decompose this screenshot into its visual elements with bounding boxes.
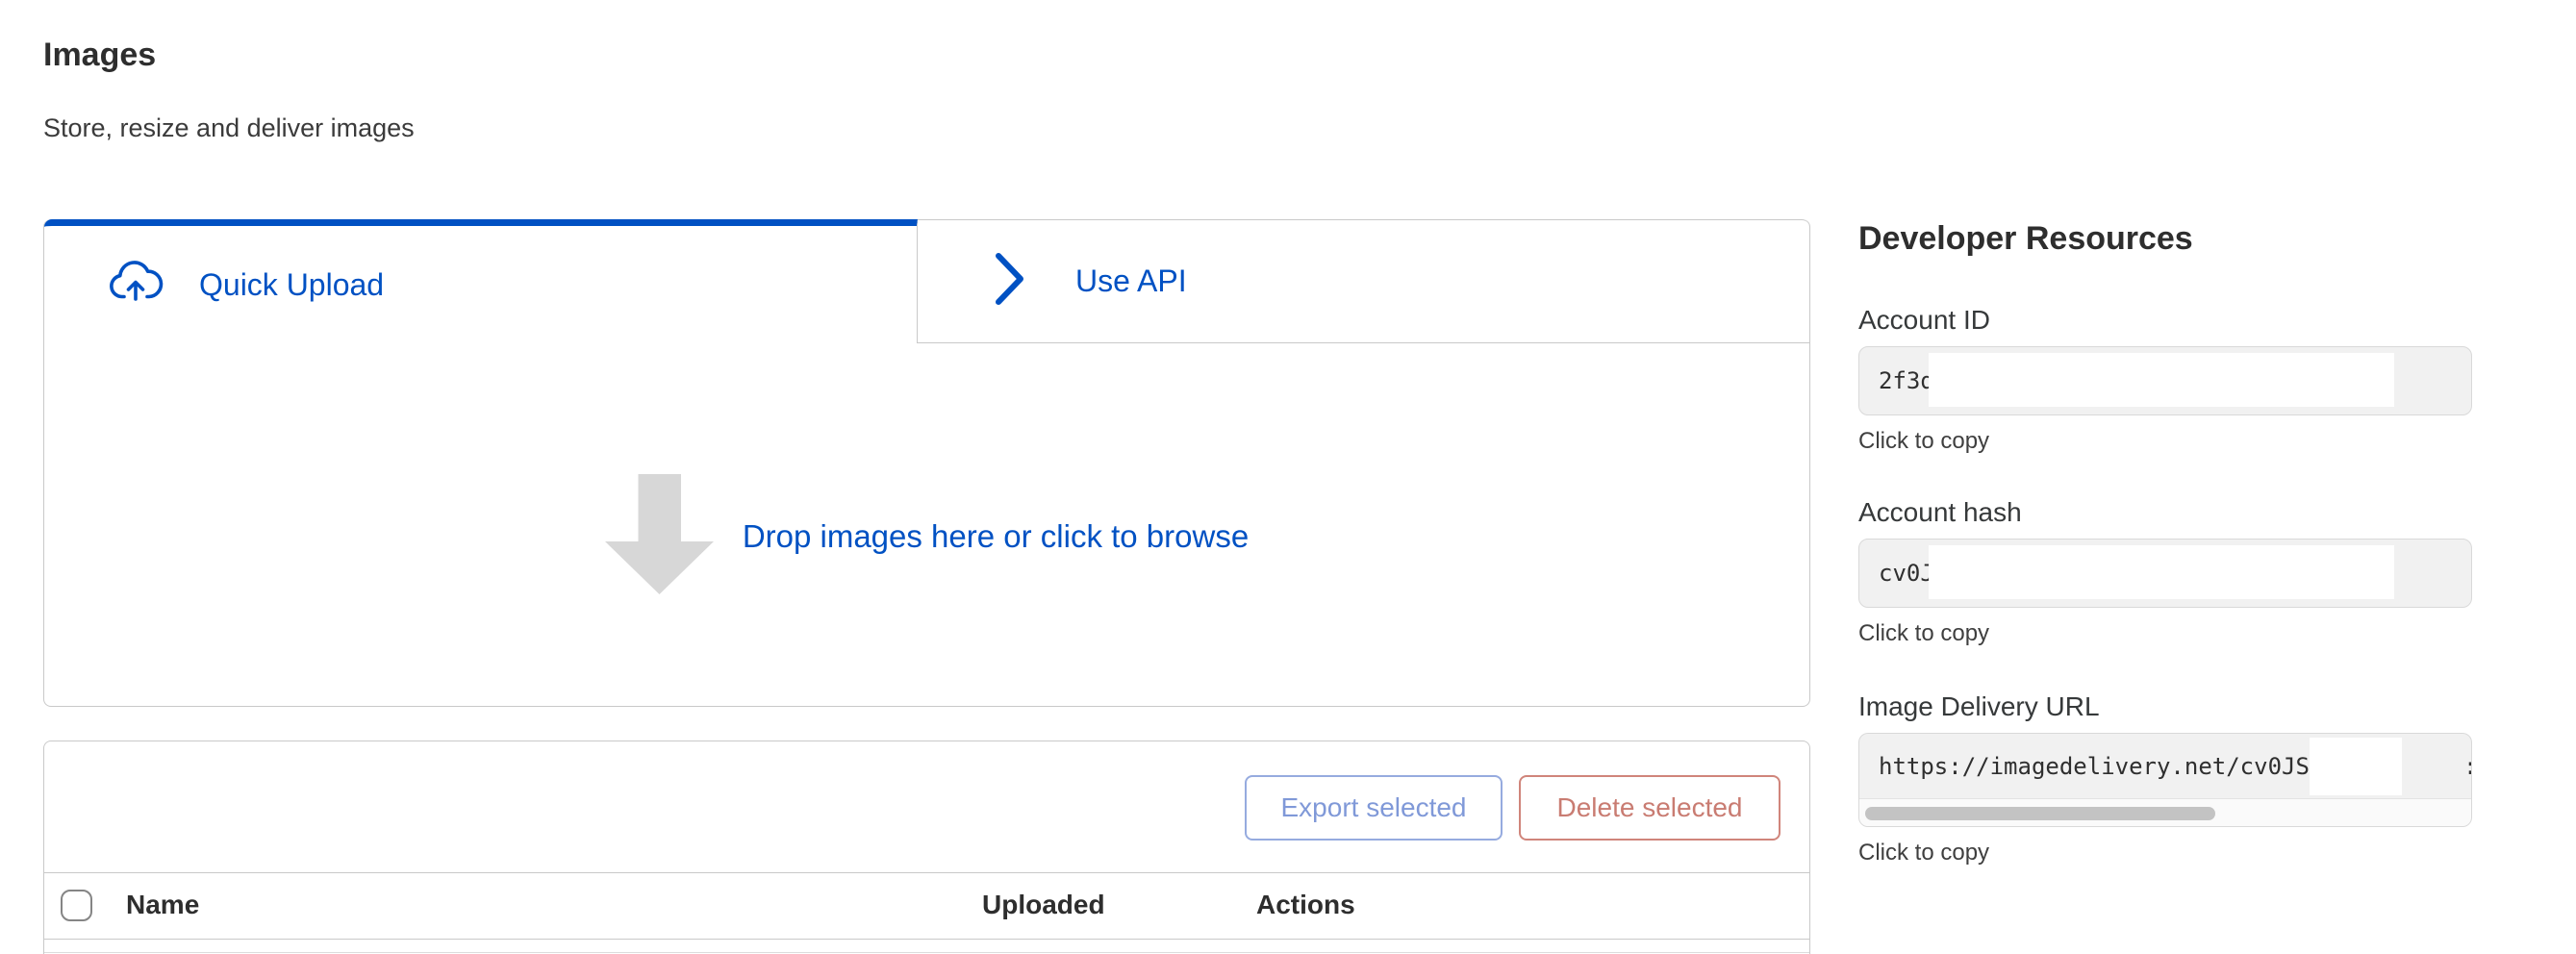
list-toolbar: Export selected Delete selected bbox=[44, 741, 1809, 873]
resource-label: Account ID bbox=[1858, 304, 2472, 337]
account-id-value: 2f3d bbox=[1879, 367, 1934, 394]
resource-label: Image Delivery URL bbox=[1858, 690, 2472, 723]
copy-hint: Click to copy bbox=[1858, 428, 2472, 455]
account-hash-field[interactable]: cv0J bbox=[1858, 539, 2472, 608]
redaction-overlay bbox=[1929, 545, 2394, 599]
account-id-field[interactable]: 2f3d bbox=[1858, 346, 2472, 415]
export-selected-button[interactable]: Export selected bbox=[1245, 775, 1503, 841]
delete-selected-button[interactable]: Delete selected bbox=[1519, 775, 1780, 841]
resource-account-hash: Account hash cv0J Click to copy bbox=[1858, 496, 2472, 647]
redaction-overlay bbox=[2310, 738, 2402, 795]
resource-label: Account hash bbox=[1858, 496, 2472, 529]
table-header-row: Name Uploaded Actions bbox=[44, 873, 1809, 940]
image-delivery-url-value: https://imagedelivery.net/cv0JS bbox=[1879, 753, 2310, 780]
column-header-actions: Actions bbox=[1256, 890, 1355, 920]
tab-bar: Quick Upload Use API bbox=[44, 219, 1809, 343]
scrollbar-thumb[interactable] bbox=[1865, 807, 2215, 820]
arrow-down-icon bbox=[605, 474, 714, 599]
horizontal-scrollbar bbox=[1859, 798, 2471, 827]
image-dropzone[interactable]: Drop images here or click to browse bbox=[44, 343, 1809, 706]
tab-use-api[interactable]: Use API bbox=[918, 219, 1809, 343]
account-hash-value: cv0J bbox=[1879, 560, 1934, 587]
tab-quick-upload-label: Quick Upload bbox=[199, 267, 384, 303]
dropzone-label: Drop images here or click to browse bbox=[743, 518, 1249, 555]
column-header-uploaded: Uploaded bbox=[982, 890, 1105, 920]
chevron-right-icon bbox=[995, 252, 1025, 311]
redaction-overlay bbox=[1929, 353, 2394, 407]
column-header-name: Name bbox=[126, 890, 199, 920]
cloud-upload-icon bbox=[108, 255, 164, 315]
image-delivery-url-field[interactable]: https://imagedelivery.net/cv0JS : bbox=[1858, 733, 2472, 827]
developer-resources-panel: Developer Resources Account ID 2f3d Clic… bbox=[1858, 219, 2472, 258]
resource-image-delivery-url: Image Delivery URL https://imagedelivery… bbox=[1858, 690, 2472, 866]
sidebar-title: Developer Resources bbox=[1858, 219, 2472, 258]
copy-hint: Click to copy bbox=[1858, 840, 2472, 866]
image-list-card: Export selected Delete selected Name Upl… bbox=[43, 741, 1810, 954]
page-subtitle: Store, resize and deliver images bbox=[43, 113, 415, 143]
url-suffix-glyph: : bbox=[2463, 753, 2472, 780]
resource-account-id: Account ID 2f3d Click to copy bbox=[1858, 304, 2472, 455]
select-all-checkbox[interactable] bbox=[61, 890, 92, 921]
tab-quick-upload[interactable]: Quick Upload bbox=[44, 219, 918, 343]
tab-use-api-label: Use API bbox=[1075, 264, 1187, 299]
copy-hint: Click to copy bbox=[1858, 620, 2472, 647]
upload-card: Quick Upload Use API Drop images here or… bbox=[43, 219, 1810, 707]
row-divider bbox=[44, 952, 1809, 953]
page-title: Images bbox=[43, 37, 156, 74]
